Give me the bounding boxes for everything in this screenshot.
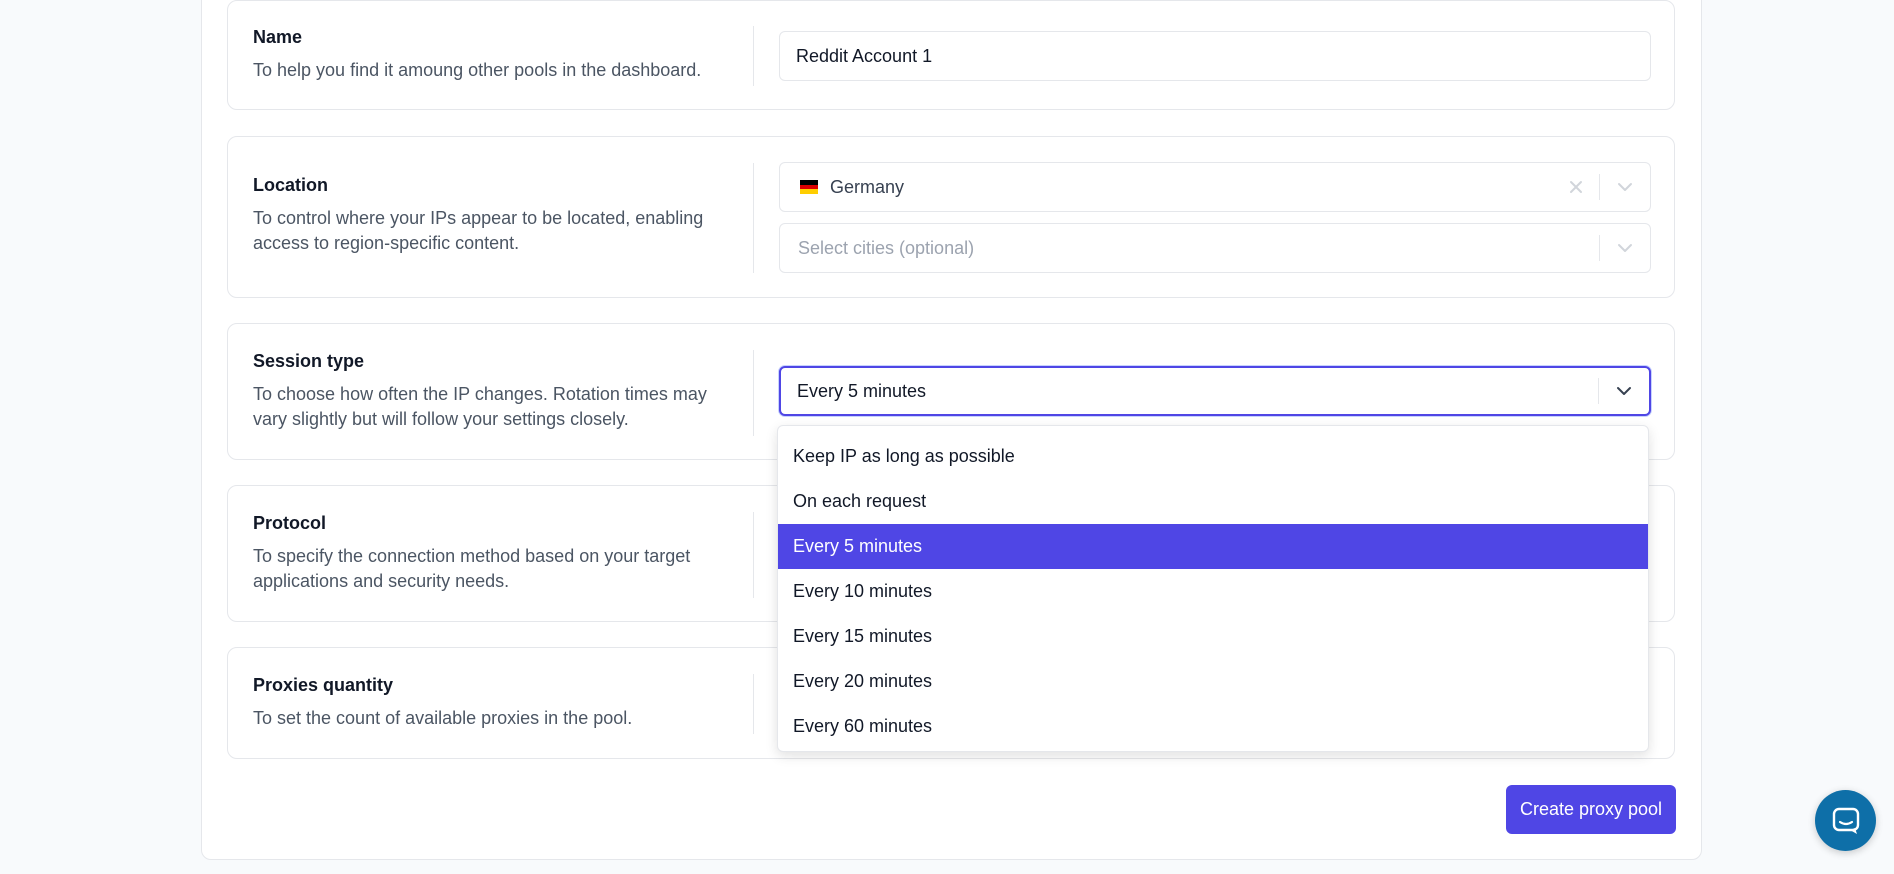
- chat-icon[interactable]: [1815, 790, 1876, 851]
- germany-flag-icon: [800, 180, 818, 195]
- option-keep-ip[interactable]: Keep IP as long as possible: [778, 434, 1648, 479]
- name-divider: [753, 26, 754, 86]
- name-title: Name: [253, 27, 303, 47]
- country-value: Germany: [830, 176, 905, 197]
- session-type-divider: [753, 350, 754, 436]
- create-proxy-pool-button[interactable]: Create proxy pool: [1506, 785, 1676, 834]
- cities-placeholder: Select cities (optional): [798, 237, 975, 258]
- option-5-minutes[interactable]: Every 5 minutes: [778, 524, 1648, 569]
- name-input[interactable]: Reddit Account 1: [779, 31, 1651, 81]
- session-type-description: To choose how often the IP changes. Rota…: [253, 384, 707, 429]
- protocol-description: To specify the connection method based o…: [253, 546, 691, 591]
- location-title: Location: [253, 175, 328, 195]
- protocol-title: Protocol: [253, 513, 327, 533]
- chevron-down-icon[interactable]: [1599, 366, 1649, 416]
- option-60-minutes[interactable]: Every 60 minutes: [778, 704, 1648, 749]
- option-20-minutes[interactable]: Every 20 minutes: [778, 659, 1648, 704]
- proxies-quantity-divider: [753, 674, 754, 734]
- session-type-select[interactable]: Every 5 minutes: [779, 366, 1651, 416]
- option-15-minutes[interactable]: Every 15 minutes: [778, 614, 1648, 659]
- proxies-quantity-description: To set the count of available proxies in…: [253, 708, 633, 728]
- session-type-title: Session type: [253, 351, 365, 371]
- name-description: To help you find it amoung other pools i…: [253, 60, 702, 80]
- option-10-minutes[interactable]: Every 10 minutes: [778, 569, 1648, 614]
- name-section: Name To help you find it amoung other po…: [227, 0, 1675, 110]
- location-description: To control where your IPs appear to be l…: [253, 208, 704, 253]
- country-select[interactable]: Germany: [779, 162, 1651, 212]
- name-input-value: Reddit Account 1: [796, 45, 933, 66]
- option-each-request[interactable]: On each request: [778, 479, 1648, 524]
- proxies-quantity-title: Proxies quantity: [253, 675, 394, 695]
- close-icon[interactable]: [1553, 162, 1599, 212]
- chevron-down-icon[interactable]: [1600, 223, 1650, 273]
- chevron-down-icon[interactable]: [1600, 162, 1650, 212]
- cities-select[interactable]: Select cities (optional): [779, 223, 1651, 273]
- session-type-dropdown: Keep IP as long as possible On each requ…: [777, 425, 1649, 752]
- location-divider: [753, 163, 754, 273]
- protocol-divider: [753, 512, 754, 598]
- location-section: Location To control where your IPs appea…: [227, 136, 1675, 298]
- session-type-value: Every 5 minutes: [797, 380, 927, 401]
